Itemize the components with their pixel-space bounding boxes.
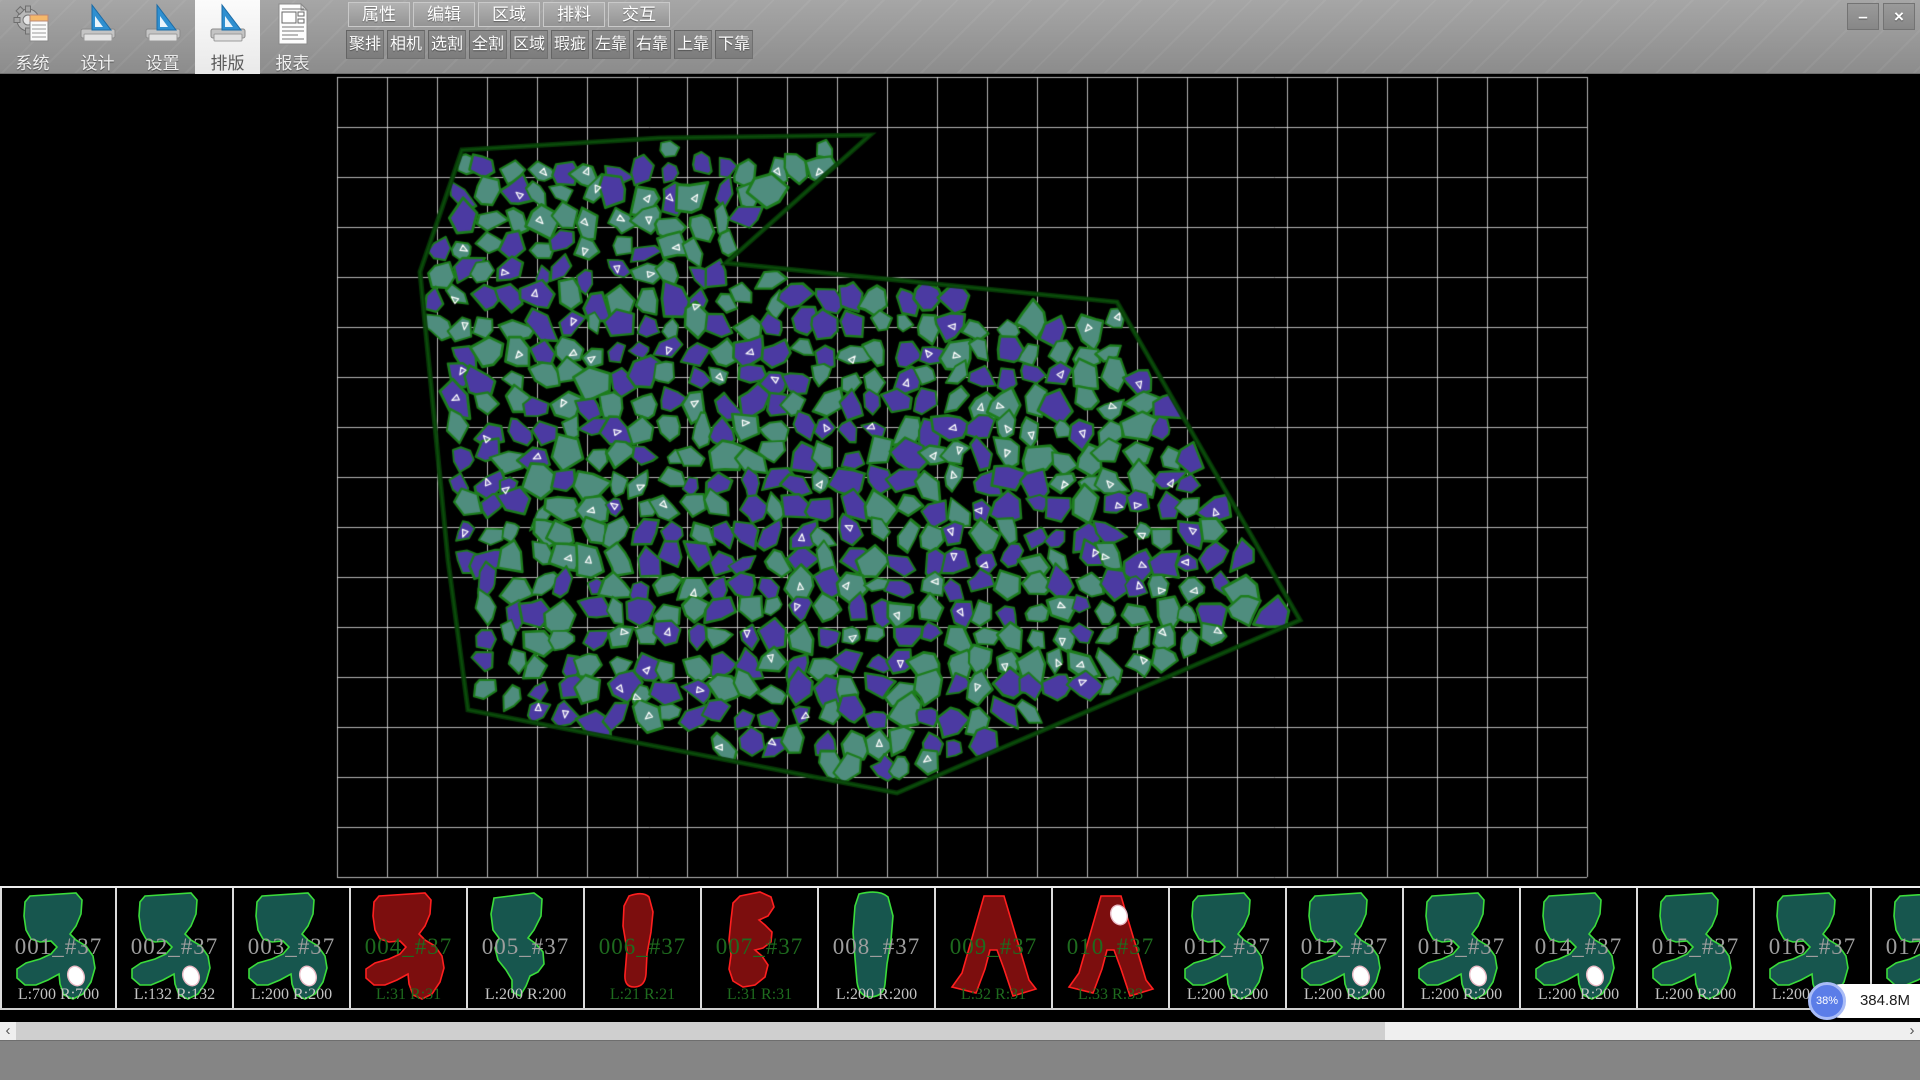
- scrollbar-thumb[interactable]: [16, 1022, 1385, 1040]
- pieces-strip: 001_#37L:700 R:700002_#37L:132 R:132003_…: [0, 886, 1920, 1010]
- piece-shape: [1638, 888, 1755, 1008]
- nav-tab-design[interactable]: 设计: [65, 0, 130, 74]
- piece-thumbnail-11[interactable]: 011_#37L:200 R:200: [1170, 888, 1287, 1008]
- piece-shape: [936, 888, 1053, 1008]
- layout-icon: [208, 2, 248, 46]
- piece-shape: [585, 888, 702, 1008]
- nav-tab-system[interactable]: 系统: [0, 0, 65, 74]
- piece-shape: [702, 888, 819, 1008]
- piece-shape: [1053, 888, 1170, 1008]
- window-controls: – ×: [1847, 3, 1915, 30]
- scroll-right-arrow[interactable]: ›: [1904, 1022, 1920, 1040]
- nav-tab-label: 设计: [81, 49, 115, 74]
- menu-item-0[interactable]: 属性: [348, 2, 410, 27]
- tool-button-6[interactable]: 左靠: [592, 30, 630, 59]
- close-button[interactable]: ×: [1883, 3, 1915, 30]
- nav-tab-settings[interactable]: 设置: [130, 0, 195, 74]
- piece-shape: [1521, 888, 1638, 1008]
- piece-thumbnail-5[interactable]: 005_#37L:200 R:200: [468, 888, 585, 1008]
- piece-shape: [351, 888, 468, 1008]
- tool-button-3[interactable]: 全割: [469, 30, 507, 59]
- piece-thumbnail-6[interactable]: 006_#37L:21 R:21: [585, 888, 702, 1008]
- nav-tab-layout[interactable]: 排版: [195, 0, 260, 74]
- tool-button-0[interactable]: 聚排: [346, 30, 384, 59]
- piece-shape: [1404, 888, 1521, 1008]
- piece-shape: [468, 888, 585, 1008]
- nav-tab-label: 设置: [146, 49, 180, 74]
- design-icon: [78, 2, 118, 46]
- nav-tabs: 系统 设计 设置 排版 报表: [0, 0, 325, 74]
- nav-tab-report[interactable]: 报表: [260, 0, 325, 74]
- tool-button-7[interactable]: 右靠: [633, 30, 671, 59]
- nav-tab-label: 系统: [16, 49, 50, 74]
- nesting-canvas[interactable]: [0, 74, 1920, 886]
- piece-shape: [234, 888, 351, 1008]
- piece-shape: [819, 888, 936, 1008]
- piece-thumbnail-10[interactable]: 010_#37L:33 R:33: [1053, 888, 1170, 1008]
- piece-shape: [117, 888, 234, 1008]
- menu-item-2[interactable]: 区域: [478, 2, 540, 27]
- piece-thumbnail-3[interactable]: 003_#37L:200 R:200: [234, 888, 351, 1008]
- report-icon: [273, 2, 313, 46]
- horizontal-scrollbar[interactable]: ‹ ›: [0, 1022, 1920, 1040]
- nav-tab-label: 报表: [276, 49, 310, 74]
- settings-icon: [143, 2, 183, 46]
- status-bar: [0, 1040, 1920, 1080]
- piece-thumbnail-9[interactable]: 009_#37L:32 R:31: [936, 888, 1053, 1008]
- menu-item-3[interactable]: 排料: [543, 2, 605, 27]
- piece-thumbnail-12[interactable]: 012_#37L:200 R:200: [1287, 888, 1404, 1008]
- tool-bar: 聚排相机选割全割区域瑕疵左靠右靠上靠下靠: [346, 30, 753, 59]
- piece-thumbnail-1[interactable]: 001_#37L:700 R:700: [0, 888, 117, 1008]
- nav-tab-label: 排版: [211, 49, 245, 74]
- piece-thumbnail-4[interactable]: 004_#37L:31 R:31: [351, 888, 468, 1008]
- progress-circle[interactable]: 38%: [1808, 982, 1846, 1020]
- piece-thumbnail-2[interactable]: 002_#37L:132 R:132: [117, 888, 234, 1008]
- toolbar: 系统设计设置排版报表 属性编辑区域排料交互 聚排相机选割全割区域瑕疵左靠右靠上靠…: [0, 0, 1920, 74]
- menu-item-4[interactable]: 交互: [608, 2, 670, 27]
- menu-item-1[interactable]: 编辑: [413, 2, 475, 27]
- piece-thumbnail-8[interactable]: 008_#37L:200 R:200: [819, 888, 936, 1008]
- tool-button-9[interactable]: 下靠: [715, 30, 753, 59]
- tool-button-2[interactable]: 选割: [428, 30, 466, 59]
- piece-thumbnail-7[interactable]: 007_#37L:31 R:31: [702, 888, 819, 1008]
- tool-button-8[interactable]: 上靠: [674, 30, 712, 59]
- tool-button-5[interactable]: 瑕疵: [551, 30, 589, 59]
- menu-bar: 属性编辑区域排料交互: [348, 2, 670, 27]
- piece-thumbnail-14[interactable]: 014_#37L:200 R:200: [1521, 888, 1638, 1008]
- piece-shape: [2, 888, 119, 1008]
- piece-thumbnail-13[interactable]: 013_#37L:200 R:200: [1404, 888, 1521, 1008]
- piece-shape: [1170, 888, 1287, 1008]
- piece-shape: [1287, 888, 1404, 1008]
- tool-button-1[interactable]: 相机: [387, 30, 425, 59]
- system-icon: [13, 2, 53, 46]
- scroll-left-arrow[interactable]: ‹: [0, 1022, 16, 1040]
- tool-button-4[interactable]: 区域: [510, 30, 548, 59]
- piece-thumbnail-15[interactable]: 015_#37L:200 R:200: [1638, 888, 1755, 1008]
- minimize-button[interactable]: –: [1847, 3, 1879, 30]
